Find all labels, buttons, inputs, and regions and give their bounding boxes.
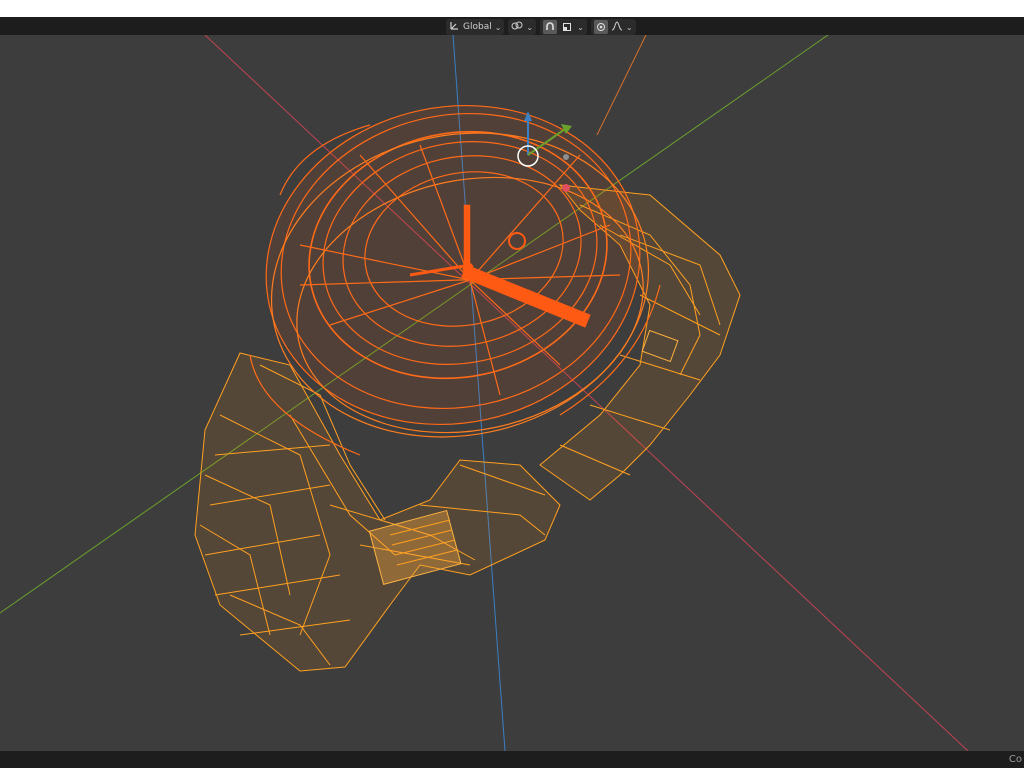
viewport-canvas: [0, 35, 969, 751]
falloff-curve-icon[interactable]: [611, 20, 623, 34]
chevron-down-icon: ⌄: [577, 22, 584, 32]
chevron-down-icon: ⌄: [494, 22, 502, 32]
status-right-text: Co: [1008, 754, 1022, 765]
transform-orientation-dropdown[interactable]: Global ⌄: [446, 19, 505, 35]
proportional-edit-controls: ⌄: [590, 19, 636, 35]
pivot-link-icon: [511, 20, 523, 34]
pivot-point-dropdown[interactable]: ⌄: [508, 19, 537, 35]
3d-viewport[interactable]: [0, 35, 1024, 751]
viewport-header: Global ⌄ ⌄ ⌄ ⌄: [0, 17, 1024, 35]
transform-orientation-label: Global: [463, 22, 492, 32]
watch-wireframe[interactable]: [194, 71, 741, 672]
camera-line: [596, 35, 647, 136]
snap-target-icon[interactable]: [560, 20, 574, 34]
chevron-down-icon: ⌄: [625, 22, 633, 32]
snap-magnet-icon[interactable]: [543, 20, 558, 34]
snap-controls: ⌄: [540, 19, 587, 35]
transform-toolbar: Global ⌄ ⌄ ⌄ ⌄: [446, 19, 636, 35]
transform-orientation-icon: [449, 20, 460, 34]
proportional-edit-icon[interactable]: [593, 20, 608, 34]
window-top-strip: [0, 0, 1024, 17]
chevron-down-icon: ⌄: [526, 22, 534, 32]
status-bar: Co: [0, 751, 1024, 768]
